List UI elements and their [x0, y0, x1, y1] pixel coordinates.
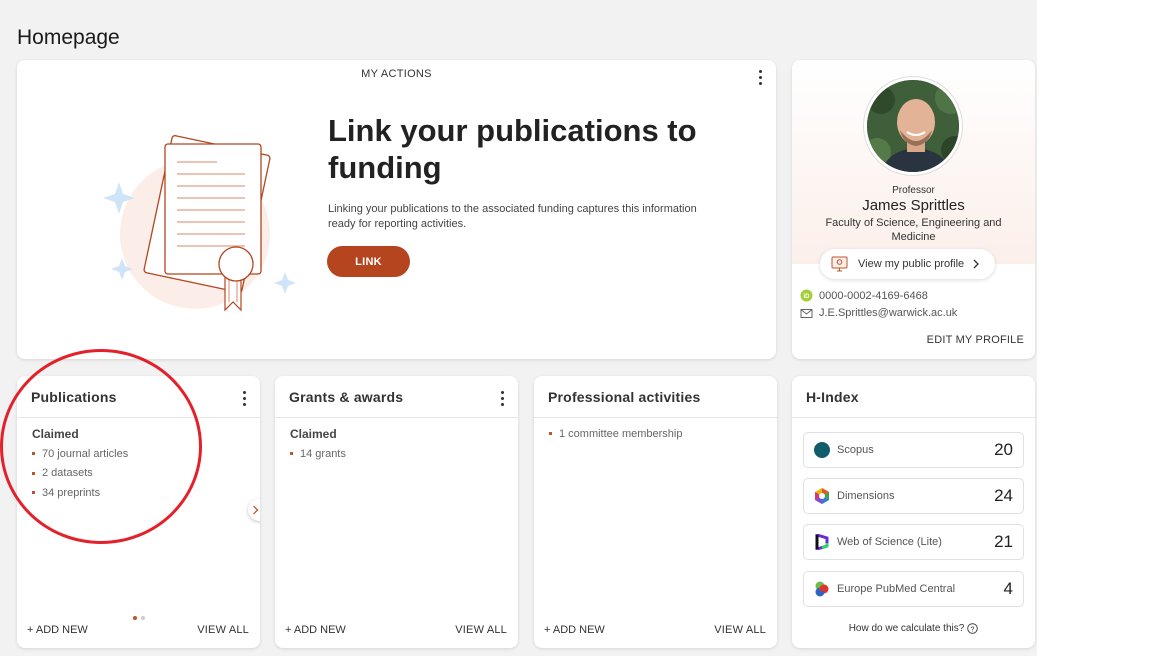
- web-of-science-icon: [815, 534, 829, 550]
- my-actions-card: MY ACTIONS Link your publications to fun…: [17, 60, 776, 359]
- publications-card: Publications Claimed 70 journal articles…: [17, 376, 260, 648]
- svg-text:?: ?: [971, 626, 975, 633]
- h-index-row-web-of-science[interactable]: Web of Science (Lite) 21: [803, 524, 1024, 560]
- chevron-right-icon: [973, 259, 980, 269]
- view-public-profile-button[interactable]: View my public profile: [820, 249, 995, 279]
- professional-activities-card: Professional activities 1 committee memb…: [534, 376, 777, 648]
- grants-subhead: Claimed: [290, 427, 337, 441]
- divider: [17, 417, 260, 418]
- carousel-next-button[interactable]: [248, 499, 260, 521]
- publications-menu-icon[interactable]: [236, 388, 252, 408]
- orcid-icon: iD: [800, 289, 813, 302]
- carousel-dot-active[interactable]: [133, 616, 137, 620]
- dimensions-icon: [815, 488, 829, 504]
- h-index-source: Scopus: [837, 444, 874, 456]
- document-certificate-illustration: [103, 135, 296, 312]
- publications-list: 70 journal articles 2 datasets 34 prepri…: [32, 444, 128, 503]
- divider: [275, 417, 518, 418]
- h-index-value: 21: [994, 532, 1013, 551]
- h-index-card: H-Index Scopus 20 Dimensions 24 Web of S…: [792, 376, 1035, 648]
- h-index-help-label: How do we calculate this?: [848, 623, 965, 634]
- h-index-row-europe-pmc[interactable]: Europe PubMed Central 4: [803, 571, 1024, 607]
- grants-title: Grants & awards: [289, 389, 404, 405]
- professional-add-new-button[interactable]: + ADD NEW: [544, 624, 605, 636]
- grants-view-all-button[interactable]: VIEW ALL: [455, 624, 507, 636]
- orcid-value[interactable]: 0000-0002-4169-6468: [819, 290, 928, 302]
- actions-description: Linking your publications to the associa…: [328, 203, 697, 230]
- list-item[interactable]: 70 journal articles: [32, 444, 128, 464]
- list-item[interactable]: 14 grants: [290, 444, 346, 464]
- professional-activities-title: Professional activities: [548, 389, 701, 405]
- h-index-source: Web of Science (Lite): [837, 536, 942, 548]
- list-item[interactable]: 1 committee membership: [549, 424, 683, 444]
- envelope-icon: [800, 308, 813, 318]
- h-index-value: 20: [994, 440, 1013, 459]
- h-index-source: Dimensions: [837, 490, 895, 502]
- professional-activities-list: 1 committee membership: [549, 424, 683, 444]
- profile-title: Professor: [892, 185, 935, 196]
- profile-name: James Sprittles: [862, 197, 965, 214]
- divider: [792, 417, 1035, 418]
- orcid-line: iD 0000-0002-4169-6468: [800, 289, 928, 302]
- carousel-dots: [133, 616, 145, 620]
- h-index-row-dimensions[interactable]: Dimensions 24: [803, 478, 1024, 514]
- publications-title: Publications: [31, 389, 117, 405]
- publications-subhead: Claimed: [32, 427, 79, 441]
- edit-my-profile-link[interactable]: EDIT MY PROFILE: [927, 334, 1024, 346]
- chevron-right-icon: [252, 505, 258, 515]
- europe-pmc-icon: [815, 581, 829, 597]
- app-background: Homepage MY ACTIONS Link your publicatio…: [0, 0, 1037, 656]
- question-circle-icon: ?: [967, 623, 979, 634]
- publications-view-all-button[interactable]: VIEW ALL: [197, 624, 249, 636]
- avatar: [864, 77, 962, 175]
- grants-list: 14 grants: [290, 444, 346, 464]
- svg-text:iD: iD: [804, 294, 811, 300]
- h-index-title: H-Index: [806, 389, 859, 405]
- public-profile-icon: [831, 256, 848, 272]
- grants-card: Grants & awards Claimed 14 grants + ADD …: [275, 376, 518, 648]
- professional-view-all-button[interactable]: VIEW ALL: [714, 624, 766, 636]
- h-index-value: 24: [994, 486, 1013, 505]
- list-item[interactable]: 34 preprints: [32, 483, 128, 503]
- h-index-source: Europe PubMed Central: [837, 583, 956, 595]
- carousel-dot[interactable]: [141, 616, 145, 620]
- profile-department: Faculty of Science, Engineering and Medi…: [825, 217, 1002, 243]
- page-title: Homepage: [17, 26, 120, 49]
- grants-menu-icon[interactable]: [494, 388, 510, 408]
- view-public-profile-label: View my public profile: [858, 258, 965, 270]
- my-actions-menu-icon[interactable]: [752, 67, 768, 87]
- profile-card: Professor James Sprittles Faculty of Sci…: [792, 60, 1035, 359]
- scopus-icon: [814, 442, 830, 458]
- actions-headline: Link your publications to funding: [328, 113, 697, 185]
- divider: [534, 417, 777, 418]
- email-line: J.E.Sprittles@warwick.ac.uk: [800, 307, 957, 319]
- grants-add-new-button[interactable]: + ADD NEW: [285, 624, 346, 636]
- list-item[interactable]: 2 datasets: [32, 464, 128, 484]
- my-actions-label: MY ACTIONS: [361, 68, 432, 80]
- h-index-row-scopus[interactable]: Scopus 20: [803, 432, 1024, 468]
- publications-add-new-button[interactable]: + ADD NEW: [27, 624, 88, 636]
- link-button[interactable]: LINK: [327, 246, 410, 277]
- h-index-help-link[interactable]: How do we calculate this? ?: [792, 623, 1035, 634]
- h-index-value: 4: [1003, 579, 1013, 598]
- email-value[interactable]: J.E.Sprittles@warwick.ac.uk: [819, 307, 957, 319]
